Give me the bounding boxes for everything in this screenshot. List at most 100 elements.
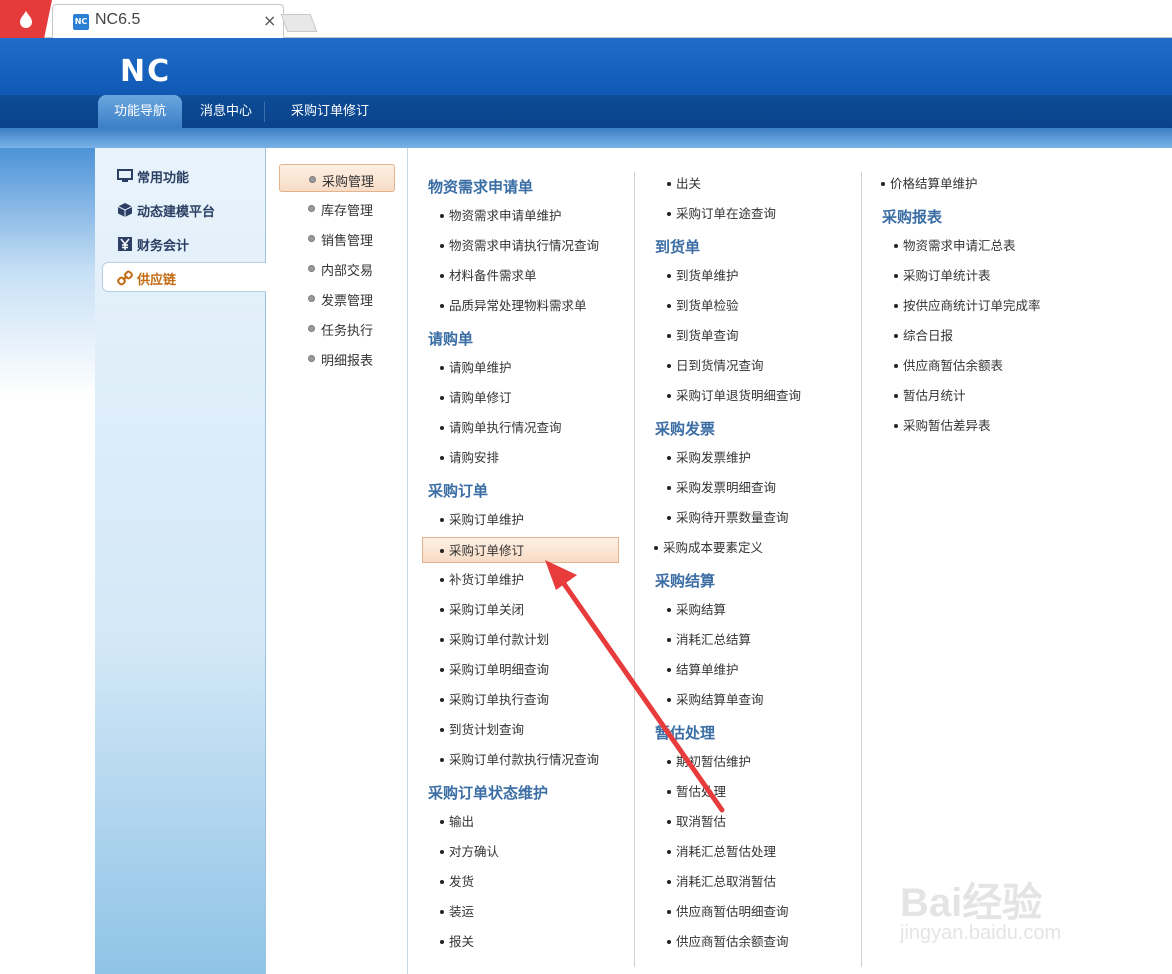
menu-item[interactable]: 补货订单维护 (440, 567, 524, 593)
tab-function-nav[interactable]: 功能导航 (98, 95, 183, 128)
tab-separator (264, 102, 265, 122)
tab-close-icon[interactable]: × (263, 11, 276, 30)
bullet-icon (308, 355, 315, 362)
menu-item[interactable]: 采购订单执行查询 (440, 687, 549, 713)
menu-item[interactable]: 按供应商统计订单完成率 (894, 293, 1041, 319)
menu-item[interactable]: 装运 (440, 899, 474, 925)
browser-tabstrip: NC NC6.5 × (0, 0, 1172, 38)
menu-item[interactable]: 采购订单付款计划 (440, 627, 549, 653)
sidebar-item-finance[interactable]: 财务会计 (95, 229, 266, 259)
menu-item[interactable]: 输出 (440, 809, 474, 835)
bullet-icon (308, 265, 315, 272)
menu-item[interactable]: 综合日报 (894, 323, 953, 349)
menu-item[interactable]: 采购结算 (667, 597, 726, 623)
baidu-watermark: Bai经验 jingyan.baidu.com (900, 850, 1130, 950)
menu-item[interactable]: 报关 (440, 929, 474, 955)
left-background (0, 148, 95, 974)
bullet-icon (309, 176, 316, 183)
group-title: 请购单 (428, 330, 474, 348)
category-label: 明细报表 (321, 354, 374, 369)
menu-item[interactable]: 采购结算单查询 (667, 687, 764, 713)
column-divider (634, 172, 635, 967)
category-label: 库存管理 (321, 204, 374, 219)
sidebar-item-modeling[interactable]: 动态建模平台 (95, 195, 266, 225)
watermark-line1: Bai经验 (900, 881, 1043, 925)
menu-item[interactable]: 供应商暂估余额表 (894, 353, 1003, 379)
menu-item[interactable]: 请购单维护 (440, 355, 512, 381)
menu-item[interactable]: 到货单查询 (667, 323, 739, 349)
sidebar-item-label: 动态建模平台 (137, 205, 216, 220)
group-title: 采购结算 (655, 572, 716, 590)
menu-item[interactable]: 采购订单明细查询 (440, 657, 549, 683)
menu-item[interactable]: 暂估月统计 (894, 383, 966, 409)
menu-item[interactable]: 取消暂估 (667, 809, 726, 835)
browser-tab[interactable]: NC NC6.5 × (52, 4, 284, 38)
menu-item[interactable]: 消耗汇总取消暂估 (667, 869, 776, 895)
sidebar-item-common[interactable]: 常用功能 (95, 161, 266, 191)
bullet-icon (308, 205, 315, 212)
menu-item[interactable]: 请购单执行情况查询 (440, 415, 562, 441)
menu-item[interactable]: 采购订单在途查询 (667, 201, 776, 227)
category-item-inventory[interactable]: 库存管理 (279, 194, 395, 222)
category-label: 销售管理 (321, 234, 374, 249)
menu-item[interactable]: 供应商暂估余额查询 (667, 929, 789, 955)
menu-item[interactable]: 结算单维护 (667, 657, 739, 683)
group-title: 到货单 (655, 238, 701, 256)
new-tab-button[interactable] (280, 14, 318, 32)
menu-item[interactable]: 请购单修订 (440, 385, 512, 411)
menu-item[interactable]: 发货 (440, 869, 474, 895)
menu-item[interactable]: 供应商暂估明细查询 (667, 899, 789, 925)
menu-item-selected[interactable]: 采购订单修订 (422, 537, 619, 563)
group-title: 暂估处理 (655, 724, 716, 742)
menu-item[interactable]: 采购发票维护 (667, 445, 751, 471)
menu-item[interactable]: 出关 (667, 171, 701, 197)
menu-item[interactable]: 到货计划查询 (440, 717, 524, 743)
group-title: 采购订单 (428, 482, 489, 500)
menu-item[interactable]: 请购安排 (440, 445, 499, 471)
tab-po-revision[interactable]: 采购订单修订 (275, 95, 385, 128)
menu-item[interactable]: 价格结算单维护 (881, 171, 978, 197)
bullet-icon (308, 235, 315, 242)
menu-item[interactable]: 采购订单付款执行情况查询 (440, 747, 599, 773)
cube-icon (117, 203, 133, 217)
menu-item[interactable]: 采购订单统计表 (894, 263, 991, 289)
menu-item[interactable]: 采购订单关闭 (440, 597, 524, 623)
menu-item[interactable]: 采购暂估差异表 (894, 413, 991, 439)
menu-item[interactable]: 采购发票明细查询 (667, 475, 776, 501)
menu-item[interactable]: 消耗汇总结算 (667, 627, 751, 653)
menu-item[interactable]: 采购订单维护 (440, 507, 524, 533)
menu-item[interactable]: 采购成本要素定义 (654, 535, 763, 561)
category-item-sales[interactable]: 销售管理 (279, 224, 395, 252)
menu-item[interactable]: 日到货情况查询 (667, 353, 764, 379)
menu-item[interactable]: 采购待开票数量查询 (667, 505, 789, 531)
menu-item[interactable]: 采购订单退货明细查询 (667, 383, 801, 409)
category-label: 任务执行 (321, 324, 374, 339)
sidebar-item-supply-chain[interactable]: 供应链 (102, 262, 266, 292)
menu-item[interactable]: 到货单检验 (667, 293, 739, 319)
group-title: 物资需求申请单 (428, 178, 534, 196)
menu-item[interactable]: 品质异常处理物料需求单 (440, 293, 587, 319)
category-item-purchase[interactable]: 采购管理 (279, 164, 395, 192)
category-label: 采购管理 (322, 175, 375, 190)
group-title: 采购发票 (655, 420, 716, 438)
group-title: 采购报表 (882, 208, 943, 226)
menu-item[interactable]: 期初暂估维护 (667, 749, 751, 775)
menu-item[interactable]: 到货单维护 (667, 263, 739, 289)
menu-item[interactable]: 物资需求申请汇总表 (894, 233, 1016, 259)
menu-item[interactable]: 物资需求申请执行情况查询 (440, 233, 599, 259)
menu-item[interactable]: 消耗汇总暂估处理 (667, 839, 776, 865)
tab-message-center[interactable]: 消息中心 (184, 95, 268, 128)
menu-item[interactable]: 暂估处理 (667, 779, 726, 805)
category-item-task[interactable]: 任务执行 (279, 314, 395, 342)
category-label: 发票管理 (321, 294, 374, 309)
browser-tab-title: NC6.5 (95, 11, 141, 28)
category-item-report[interactable]: 明细报表 (279, 344, 395, 372)
browser-logo-icon[interactable] (0, 0, 52, 38)
link-icon (117, 270, 133, 286)
menu-item[interactable]: 材料备件需求单 (440, 263, 537, 289)
menu-item[interactable]: 物资需求申请单维护 (440, 203, 562, 229)
category-item-invoice[interactable]: 发票管理 (279, 284, 395, 312)
category-column: 采购管理 库存管理 销售管理 内部交易 发票管理 任务执行 明细报表 (266, 148, 408, 974)
category-item-internal[interactable]: 内部交易 (279, 254, 395, 282)
menu-item[interactable]: 对方确认 (440, 839, 499, 865)
